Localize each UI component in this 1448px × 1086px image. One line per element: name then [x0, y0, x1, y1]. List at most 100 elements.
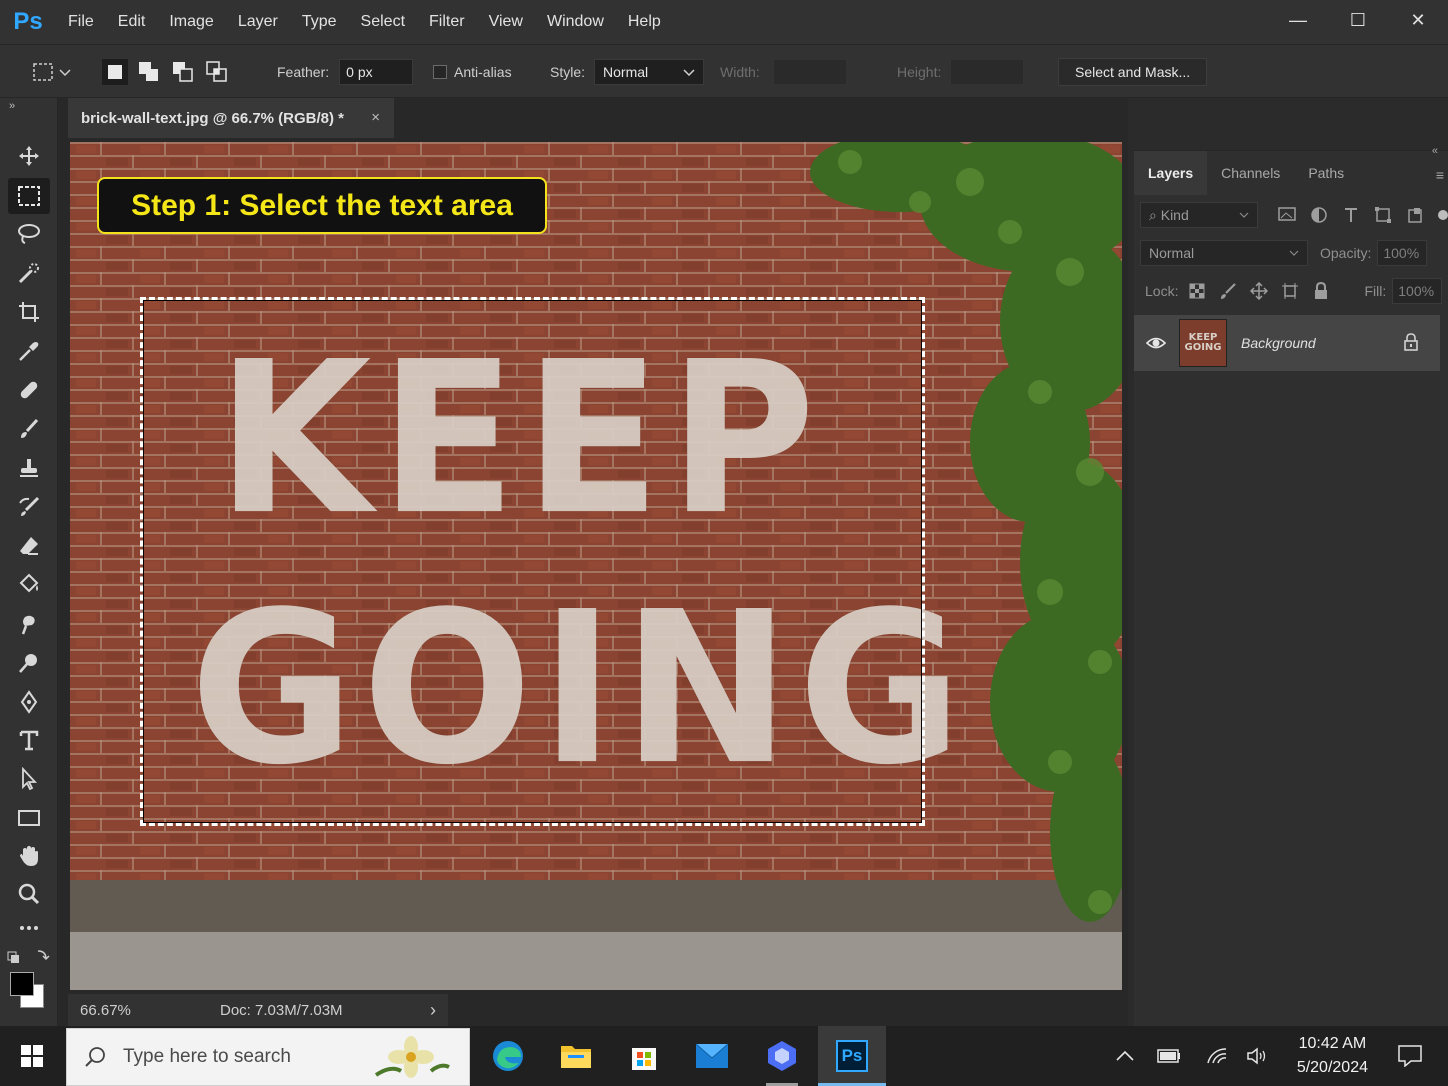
blend-mode-select[interactable]: Normal	[1140, 240, 1308, 266]
hand-tool[interactable]	[8, 838, 50, 874]
collapse-panel-icon[interactable]: «	[1432, 145, 1438, 157]
paint-bucket-tool[interactable]	[8, 567, 50, 603]
width-input[interactable]	[772, 59, 847, 85]
menu-help[interactable]: Help	[616, 0, 673, 44]
quick-selection-tool[interactable]	[8, 255, 50, 291]
close-button[interactable]: ✕	[1388, 0, 1448, 40]
zoom-level[interactable]: 66.67%	[80, 1002, 220, 1019]
layer-name[interactable]: Background	[1241, 335, 1316, 351]
rectangular-marquee-tool[interactable]	[8, 178, 50, 214]
move-tool[interactable]	[8, 138, 50, 174]
close-tab-icon[interactable]: ×	[371, 109, 380, 126]
show-hidden-icons-button[interactable]	[1110, 1026, 1140, 1086]
opacity-input[interactable]: 100%	[1377, 240, 1428, 266]
maximize-button[interactable]: ☐	[1328, 0, 1388, 40]
smudge-tool[interactable]	[8, 606, 50, 642]
add-selection-icon	[139, 62, 158, 81]
eye-visibility-icon[interactable]	[1146, 334, 1166, 352]
type-filter-icon[interactable]	[1342, 206, 1360, 224]
menu-view[interactable]: View	[477, 0, 535, 44]
tab-paths[interactable]: Paths	[1294, 151, 1358, 195]
more-tools-button[interactable]	[8, 910, 50, 946]
menu-filter[interactable]: Filter	[417, 0, 477, 44]
history-brush-tool[interactable]	[8, 489, 50, 525]
mail-taskbar-icon[interactable]	[678, 1026, 746, 1086]
image-canvas[interactable]: KEEP GOING Step 1: Select the text area	[70, 142, 1122, 990]
layer-row-background[interactable]: KEEP GOING Background	[1134, 315, 1440, 371]
chevron-down-icon	[59, 69, 71, 77]
menu-edit[interactable]: Edit	[106, 0, 158, 44]
tool-preset-picker[interactable]	[30, 45, 72, 99]
dodge-tool[interactable]	[8, 645, 50, 681]
style-select[interactable]: Normal	[594, 59, 705, 85]
select-and-mask-button[interactable]: Select and Mask...	[1058, 58, 1208, 86]
lock-position-icon[interactable]	[1250, 282, 1269, 300]
style-group: Style: Normal	[550, 45, 705, 99]
new-selection-button[interactable]	[102, 59, 128, 85]
file-explorer-taskbar-icon[interactable]	[542, 1026, 610, 1086]
feather-input[interactable]: 0 px	[339, 59, 414, 85]
antialias-group[interactable]: Anti-alias	[433, 45, 512, 99]
panel-menu-icon[interactable]: ≡	[1436, 167, 1444, 183]
color-swap-controls[interactable]	[6, 948, 50, 964]
menu-image[interactable]: Image	[157, 0, 225, 44]
notification-icon	[1398, 1045, 1422, 1067]
shape-filter-icon[interactable]	[1374, 206, 1392, 224]
status-arrow-icon[interactable]: ›	[430, 1000, 436, 1021]
pen-tool[interactable]	[8, 684, 50, 720]
taskbar-clock[interactable]: 10:42 AM 5/20/2024	[1297, 1032, 1368, 1080]
layer-lock-icon[interactable]	[1404, 333, 1418, 351]
adjustment-filter-icon[interactable]	[1310, 206, 1328, 224]
lock-artboard-icon[interactable]	[1281, 282, 1299, 300]
eyedropper-tool[interactable]	[8, 333, 50, 369]
foreground-color-swatch[interactable]	[10, 972, 34, 996]
battery-tray-icon[interactable]	[1152, 1026, 1186, 1086]
start-button[interactable]	[0, 1026, 64, 1086]
store-taskbar-icon[interactable]	[610, 1026, 678, 1086]
tab-channels[interactable]: Channels	[1207, 151, 1294, 195]
search-icon	[85, 1047, 105, 1067]
menu-window[interactable]: Window	[535, 0, 616, 44]
fill-input[interactable]: 100%	[1392, 278, 1443, 304]
edge-taskbar-icon[interactable]	[474, 1026, 542, 1086]
notification-center-button[interactable]	[1388, 1026, 1432, 1086]
photoshop-taskbar-icon[interactable]: Ps	[818, 1026, 886, 1086]
brush-tool[interactable]	[8, 411, 50, 447]
document-tab[interactable]: brick-wall-text.jpg @ 66.7% (RGB/8) * ×	[68, 98, 394, 138]
intersect-selection-button[interactable]	[204, 59, 230, 85]
width-label: Width:	[720, 64, 760, 80]
collapse-toolbar-icon[interactable]: »	[9, 100, 15, 112]
crop-tool[interactable]	[8, 294, 50, 330]
path-selection-tool[interactable]	[8, 761, 50, 797]
menu-file[interactable]: File	[56, 0, 106, 44]
lasso-tool[interactable]	[8, 216, 50, 252]
kind-filter-select[interactable]: ⌕ Kind	[1140, 202, 1258, 228]
volume-tray-icon[interactable]	[1240, 1026, 1274, 1086]
clone-stamp-tool[interactable]	[8, 450, 50, 486]
smart-object-filter-icon[interactable]	[1406, 206, 1424, 224]
filter-toggle-icon[interactable]	[1438, 210, 1448, 220]
rectangle-tool[interactable]	[8, 800, 50, 836]
add-selection-button[interactable]	[136, 59, 162, 85]
antialias-checkbox[interactable]	[433, 65, 447, 79]
wifi-tray-icon[interactable]	[1200, 1026, 1234, 1086]
subtract-selection-button[interactable]	[170, 59, 196, 85]
lock-all-icon[interactable]	[1312, 282, 1330, 300]
menu-type[interactable]: Type	[290, 0, 349, 44]
selection-marquee[interactable]	[140, 297, 925, 826]
lock-transparent-icon[interactable]	[1188, 282, 1206, 300]
zoom-tool[interactable]	[8, 876, 50, 912]
lock-pixels-icon[interactable]	[1219, 282, 1237, 300]
app-taskbar-icon[interactable]	[746, 1026, 818, 1086]
taskbar-search-box[interactable]: Type here to search	[66, 1028, 470, 1086]
tab-layers[interactable]: Layers	[1134, 151, 1208, 195]
image-filter-icon[interactable]	[1278, 206, 1296, 222]
height-input[interactable]	[950, 59, 1025, 85]
type-tool[interactable]	[8, 722, 50, 758]
eraser-tool[interactable]	[8, 528, 50, 564]
minimize-button[interactable]: —	[1268, 0, 1328, 40]
color-swatches[interactable]	[8, 970, 48, 1010]
healing-brush-tool[interactable]	[8, 372, 50, 408]
menu-select[interactable]: Select	[349, 0, 417, 44]
menu-layer[interactable]: Layer	[226, 0, 290, 44]
